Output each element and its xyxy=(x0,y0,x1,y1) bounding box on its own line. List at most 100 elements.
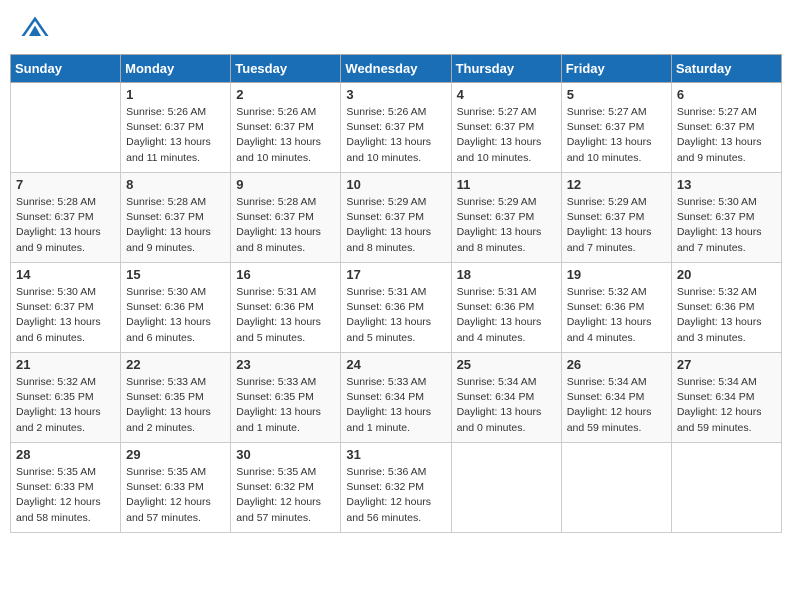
day-info: Sunrise: 5:35 AMSunset: 6:33 PMDaylight:… xyxy=(126,465,225,526)
day-number: 18 xyxy=(457,267,556,282)
day-number: 14 xyxy=(16,267,115,282)
day-number: 9 xyxy=(236,177,335,192)
calendar-cell: 7 Sunrise: 5:28 AMSunset: 6:37 PMDaylight… xyxy=(11,173,121,263)
day-info: Sunrise: 5:30 AMSunset: 6:37 PMDaylight:… xyxy=(677,195,776,256)
calendar-cell: 2 Sunrise: 5:26 AMSunset: 6:37 PMDaylight… xyxy=(231,83,341,173)
day-info: Sunrise: 5:36 AMSunset: 6:32 PMDaylight:… xyxy=(346,465,445,526)
calendar-cell: 28 Sunrise: 5:35 AMSunset: 6:33 PMDayligh… xyxy=(11,443,121,533)
day-number: 13 xyxy=(677,177,776,192)
calendar-cell: 18 Sunrise: 5:31 AMSunset: 6:36 PMDayligh… xyxy=(451,263,561,353)
calendar-cell: 10 Sunrise: 5:29 AMSunset: 6:37 PMDayligh… xyxy=(341,173,451,263)
day-info: Sunrise: 5:31 AMSunset: 6:36 PMDaylight:… xyxy=(236,285,335,346)
calendar-cell: 9 Sunrise: 5:28 AMSunset: 6:37 PMDaylight… xyxy=(231,173,341,263)
day-number: 16 xyxy=(236,267,335,282)
day-info: Sunrise: 5:33 AMSunset: 6:35 PMDaylight:… xyxy=(236,375,335,436)
calendar-cell: 25 Sunrise: 5:34 AMSunset: 6:34 PMDayligh… xyxy=(451,353,561,443)
calendar-cell: 24Sunrise: 5:33 AMSunset: 6:34 PMDayligh… xyxy=(341,353,451,443)
day-info: Sunrise: 5:32 AMSunset: 6:36 PMDaylight:… xyxy=(567,285,666,346)
calendar-cell: 19 Sunrise: 5:32 AMSunset: 6:36 PMDayligh… xyxy=(561,263,671,353)
calendar-cell: 11 Sunrise: 5:29 AMSunset: 6:37 PMDayligh… xyxy=(451,173,561,263)
day-number: 27 xyxy=(677,357,776,372)
day-info: Sunrise: 5:30 AMSunset: 6:37 PMDaylight:… xyxy=(16,285,115,346)
calendar-cell: 31 Sunrise: 5:36 AMSunset: 6:32 PMDayligh… xyxy=(341,443,451,533)
calendar-week-3: 14 Sunrise: 5:30 AMSunset: 6:37 PMDayligh… xyxy=(11,263,782,353)
day-info: Sunrise: 5:35 AMSunset: 6:33 PMDaylight:… xyxy=(16,465,115,526)
day-info: Sunrise: 5:29 AMSunset: 6:37 PMDaylight:… xyxy=(457,195,556,256)
calendar-cell xyxy=(451,443,561,533)
calendar-cell: 26Sunrise: 5:34 AMSunset: 6:34 PMDayligh… xyxy=(561,353,671,443)
day-number: 23 xyxy=(236,357,335,372)
calendar-table: SundayMondayTuesdayWednesdayThursdayFrid… xyxy=(10,54,782,533)
day-number: 7 xyxy=(16,177,115,192)
day-info: Sunrise: 5:31 AMSunset: 6:36 PMDaylight:… xyxy=(457,285,556,346)
day-info: Sunrise: 5:29 AMSunset: 6:37 PMDaylight:… xyxy=(567,195,666,256)
calendar-cell xyxy=(671,443,781,533)
calendar-week-2: 7 Sunrise: 5:28 AMSunset: 6:37 PMDaylight… xyxy=(11,173,782,263)
day-info: Sunrise: 5:27 AMSunset: 6:37 PMDaylight:… xyxy=(457,105,556,166)
day-info: Sunrise: 5:27 AMSunset: 6:37 PMDaylight:… xyxy=(567,105,666,166)
weekday-header-tuesday: Tuesday xyxy=(231,55,341,83)
calendar-cell: 15 Sunrise: 5:30 AMSunset: 6:36 PMDayligh… xyxy=(121,263,231,353)
day-info: Sunrise: 5:32 AMSunset: 6:35 PMDaylight:… xyxy=(16,375,115,436)
calendar-cell: 27 Sunrise: 5:34 AMSunset: 6:34 PMDayligh… xyxy=(671,353,781,443)
weekday-header-thursday: Thursday xyxy=(451,55,561,83)
day-number: 15 xyxy=(126,267,225,282)
calendar-cell: 1 Sunrise: 5:26 AMSunset: 6:37 PMDaylight… xyxy=(121,83,231,173)
calendar-cell: 13 Sunrise: 5:30 AMSunset: 6:37 PMDayligh… xyxy=(671,173,781,263)
calendar-cell: 8 Sunrise: 5:28 AMSunset: 6:37 PMDaylight… xyxy=(121,173,231,263)
calendar-cell: 29 Sunrise: 5:35 AMSunset: 6:33 PMDayligh… xyxy=(121,443,231,533)
day-number: 17 xyxy=(346,267,445,282)
calendar-cell: 14 Sunrise: 5:30 AMSunset: 6:37 PMDayligh… xyxy=(11,263,121,353)
day-number: 3 xyxy=(346,87,445,102)
calendar-week-5: 28 Sunrise: 5:35 AMSunset: 6:33 PMDayligh… xyxy=(11,443,782,533)
day-info: Sunrise: 5:28 AMSunset: 6:37 PMDaylight:… xyxy=(126,195,225,256)
day-info: Sunrise: 5:31 AMSunset: 6:36 PMDaylight:… xyxy=(346,285,445,346)
calendar-cell: 5Sunrise: 5:27 AMSunset: 6:37 PMDaylight… xyxy=(561,83,671,173)
day-number: 31 xyxy=(346,447,445,462)
day-number: 2 xyxy=(236,87,335,102)
day-info: Sunrise: 5:26 AMSunset: 6:37 PMDaylight:… xyxy=(236,105,335,166)
day-info: Sunrise: 5:28 AMSunset: 6:37 PMDaylight:… xyxy=(236,195,335,256)
day-number: 4 xyxy=(457,87,556,102)
calendar-week-4: 21 Sunrise: 5:32 AMSunset: 6:35 PMDayligh… xyxy=(11,353,782,443)
day-info: Sunrise: 5:34 AMSunset: 6:34 PMDaylight:… xyxy=(677,375,776,436)
day-number: 11 xyxy=(457,177,556,192)
day-number: 6 xyxy=(677,87,776,102)
calendar-cell: 17 Sunrise: 5:31 AMSunset: 6:36 PMDayligh… xyxy=(341,263,451,353)
day-number: 8 xyxy=(126,177,225,192)
logo-icon xyxy=(20,15,50,39)
day-info: Sunrise: 5:30 AMSunset: 6:36 PMDaylight:… xyxy=(126,285,225,346)
day-number: 26 xyxy=(567,357,666,372)
weekday-header-friday: Friday xyxy=(561,55,671,83)
calendar-cell: 23 Sunrise: 5:33 AMSunset: 6:35 PMDayligh… xyxy=(231,353,341,443)
day-info: Sunrise: 5:28 AMSunset: 6:37 PMDaylight:… xyxy=(16,195,115,256)
calendar-cell: 16 Sunrise: 5:31 AMSunset: 6:36 PMDayligh… xyxy=(231,263,341,353)
calendar-cell: 30Sunrise: 5:35 AMSunset: 6:32 PMDayligh… xyxy=(231,443,341,533)
day-number: 25 xyxy=(457,357,556,372)
day-number: 10 xyxy=(346,177,445,192)
day-number: 21 xyxy=(16,357,115,372)
weekday-header-sunday: Sunday xyxy=(11,55,121,83)
day-info: Sunrise: 5:26 AMSunset: 6:37 PMDaylight:… xyxy=(346,105,445,166)
calendar-cell: 20Sunrise: 5:32 AMSunset: 6:36 PMDayligh… xyxy=(671,263,781,353)
day-number: 29 xyxy=(126,447,225,462)
day-number: 19 xyxy=(567,267,666,282)
day-info: Sunrise: 5:35 AMSunset: 6:32 PMDaylight:… xyxy=(236,465,335,526)
calendar-cell: 12Sunrise: 5:29 AMSunset: 6:37 PMDayligh… xyxy=(561,173,671,263)
day-info: Sunrise: 5:26 AMSunset: 6:37 PMDaylight:… xyxy=(126,105,225,166)
day-number: 22 xyxy=(126,357,225,372)
day-number: 1 xyxy=(126,87,225,102)
calendar-cell: 21 Sunrise: 5:32 AMSunset: 6:35 PMDayligh… xyxy=(11,353,121,443)
calendar-cell: 3 Sunrise: 5:26 AMSunset: 6:37 PMDaylight… xyxy=(341,83,451,173)
day-info: Sunrise: 5:29 AMSunset: 6:37 PMDaylight:… xyxy=(346,195,445,256)
weekday-header-monday: Monday xyxy=(121,55,231,83)
calendar-cell: 6 Sunrise: 5:27 AMSunset: 6:37 PMDaylight… xyxy=(671,83,781,173)
day-info: Sunrise: 5:33 AMSunset: 6:34 PMDaylight:… xyxy=(346,375,445,436)
day-info: Sunrise: 5:32 AMSunset: 6:36 PMDaylight:… xyxy=(677,285,776,346)
day-number: 28 xyxy=(16,447,115,462)
day-info: Sunrise: 5:27 AMSunset: 6:37 PMDaylight:… xyxy=(677,105,776,166)
day-info: Sunrise: 5:34 AMSunset: 6:34 PMDaylight:… xyxy=(457,375,556,436)
calendar-cell xyxy=(11,83,121,173)
weekday-header-saturday: Saturday xyxy=(671,55,781,83)
calendar-cell: 4 Sunrise: 5:27 AMSunset: 6:37 PMDaylight… xyxy=(451,83,561,173)
